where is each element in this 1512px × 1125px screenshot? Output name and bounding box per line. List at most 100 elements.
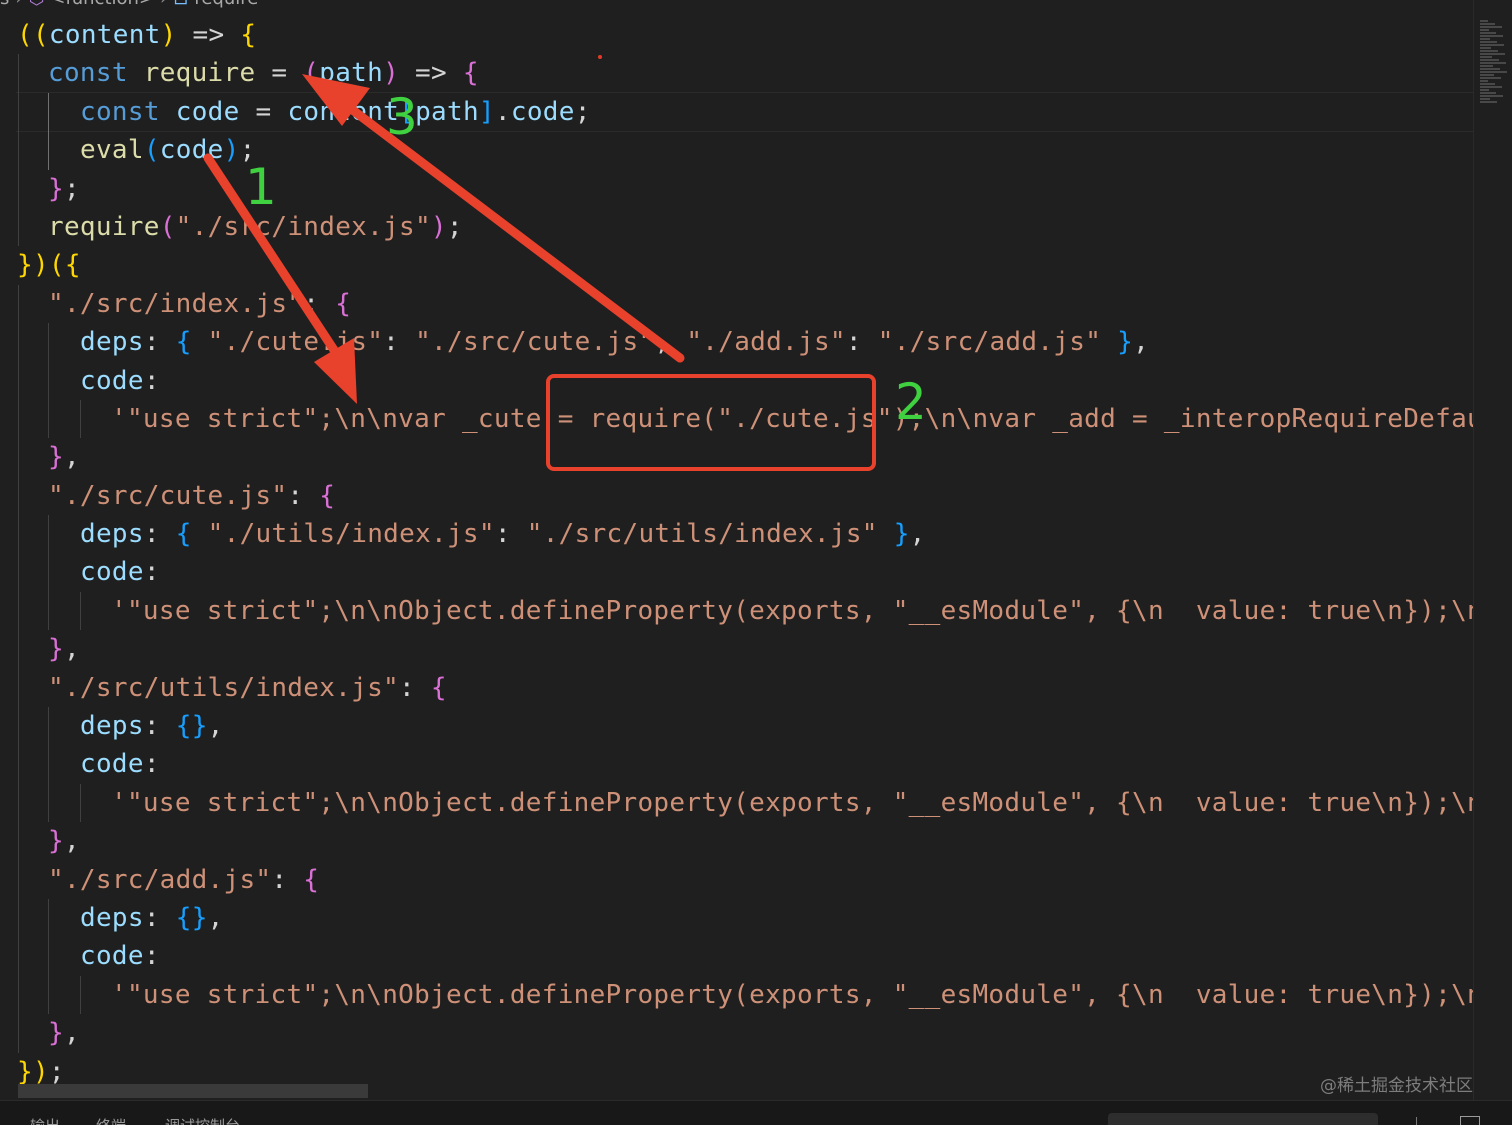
code-line[interactable]: },	[0, 1014, 1480, 1053]
code-token: ,	[909, 519, 926, 550]
terminal-selector[interactable]	[1108, 1113, 1378, 1125]
code-token: }	[1101, 327, 1134, 358]
code-line[interactable]: const require = (path) => {	[0, 54, 1480, 93]
code-token: '"use strict";\n\nObject.defineProperty(…	[111, 979, 1512, 1010]
minimap-line	[1480, 20, 1488, 22]
code-text: const code = content[path].code;	[80, 93, 591, 131]
code-token: }	[877, 519, 910, 550]
code-text: },	[48, 1014, 80, 1052]
code-line[interactable]: deps: { "./utils/index.js": "./src/utils…	[0, 515, 1480, 554]
code-line[interactable]: "./src/add.js": {	[0, 860, 1480, 899]
code-line[interactable]: ((content) => {	[0, 16, 1480, 54]
code-token: code	[80, 941, 144, 972]
tab-debug-console[interactable]: 调试控制台	[165, 1115, 240, 1125]
minimap-line	[1480, 83, 1495, 85]
code-text: deps: {},	[80, 899, 224, 937]
minimap-line	[1480, 86, 1502, 88]
code-token: "./src/cute.js"	[48, 480, 288, 511]
code-token: :	[143, 327, 176, 358]
indent-guide	[80, 975, 81, 1015]
minimap-line	[1480, 32, 1496, 34]
breadcrumb-item-require[interactable]: require	[194, 0, 258, 9]
code-line[interactable]: require("./src/index.js");	[0, 207, 1480, 247]
indent-guide	[18, 361, 19, 400]
minimap-line	[1480, 26, 1502, 28]
code-editor[interactable]: s›⬡<function>›⊡require ((content) => {co…	[0, 0, 1512, 1125]
minimap-line	[1480, 77, 1501, 79]
chevron-right-icon: ›	[160, 0, 167, 9]
code-line[interactable]: code:	[0, 745, 1480, 784]
indent-guide	[48, 553, 49, 592]
code-line[interactable]: code:	[0, 937, 1480, 976]
code-token: :	[143, 941, 160, 972]
code-token: {	[335, 288, 352, 319]
code-line[interactable]: deps: { "./cute.js": "./src/cute.js", ".…	[0, 323, 1480, 362]
code-line[interactable]: '"use strict";\n\nObject.defineProperty(…	[0, 783, 1512, 823]
code-line[interactable]: '"use strict";\n\nvar _cute = require(".…	[0, 399, 1512, 439]
code-token: code	[159, 135, 224, 166]
code-token: path	[415, 96, 479, 127]
code-token: :	[287, 480, 320, 511]
code-token: ,	[63, 442, 80, 473]
minimap-line	[1480, 56, 1492, 58]
minimap-line	[1480, 71, 1507, 73]
breadcrumb-item-function[interactable]: <function>	[50, 0, 154, 9]
code-token: code	[510, 96, 575, 127]
code-token: content	[287, 96, 400, 127]
code-line[interactable]: })({	[0, 246, 1480, 284]
code-token: (	[159, 211, 176, 242]
code-line[interactable]: deps: {},	[0, 707, 1480, 746]
code-line[interactable]: },	[0, 630, 1480, 669]
tab-output[interactable]: 输出	[30, 1115, 60, 1125]
code-token: "./src/index.js"	[48, 288, 304, 319]
code-line[interactable]: const code = content[path].code;	[0, 92, 1480, 132]
code-line[interactable]: "./src/cute.js": {	[0, 476, 1480, 516]
code-token: code	[80, 365, 144, 396]
code-token: "./src/utils/index.js"	[526, 519, 878, 550]
bottom-panel-bar: 输出 终端 调试控制台	[0, 1100, 1512, 1125]
code-text: code:	[80, 937, 160, 975]
indent-guide	[48, 783, 49, 823]
code-line[interactable]: "./src/index.js": {	[0, 284, 1480, 324]
code-line[interactable]: code:	[0, 361, 1480, 400]
code-line[interactable]: },	[0, 438, 1480, 477]
horizontal-scrollbar[interactable]	[18, 1084, 368, 1098]
code-token: (	[303, 58, 320, 89]
code-token: content	[48, 20, 161, 50]
code-token: {	[303, 864, 320, 895]
code-line[interactable]: };	[0, 169, 1480, 208]
code-token: "./utils/index.js"	[207, 519, 495, 550]
minimap-line	[1480, 80, 1488, 82]
code-line[interactable]: code:	[0, 553, 1480, 592]
code-text: code:	[80, 553, 160, 591]
minimap-line	[1480, 65, 1493, 67]
minimap-line	[1480, 23, 1495, 25]
code-token: "./src/add.js"	[48, 864, 272, 895]
code-line[interactable]: deps: {},	[0, 898, 1480, 938]
code-token: {	[175, 519, 208, 550]
indent-guide	[80, 591, 81, 631]
code-area[interactable]: ((content) => {const require = (path) =>…	[0, 16, 1512, 1091]
code-line[interactable]: eval(code);	[0, 131, 1480, 170]
code-token: code	[80, 557, 144, 588]
code-token: :	[383, 327, 416, 358]
code-token: }	[48, 634, 64, 665]
split-pane-icon[interactable]	[1460, 1116, 1480, 1125]
indent-guide	[48, 361, 49, 400]
code-text: code:	[80, 745, 160, 783]
minimap[interactable]	[1473, 0, 1512, 1100]
code-text: ((content) => {	[17, 16, 256, 54]
code-line[interactable]: },	[0, 822, 1480, 861]
code-line[interactable]: "./src/utils/index.js": {	[0, 668, 1480, 708]
code-token: :	[143, 902, 176, 933]
code-text: };	[48, 170, 80, 208]
breadcrumb-item-file[interactable]: s	[0, 0, 9, 9]
minimap-line	[1480, 29, 1489, 31]
indent-guide	[18, 399, 19, 439]
code-token: }	[48, 442, 64, 473]
code-line[interactable]: '"use strict";\n\nObject.defineProperty(…	[0, 591, 1512, 631]
code-line[interactable]: '"use strict";\n\nObject.defineProperty(…	[0, 975, 1512, 1015]
code-text: eval(code);	[80, 131, 256, 169]
tab-terminal[interactable]: 终端	[96, 1115, 126, 1125]
code-token: path	[319, 58, 384, 89]
